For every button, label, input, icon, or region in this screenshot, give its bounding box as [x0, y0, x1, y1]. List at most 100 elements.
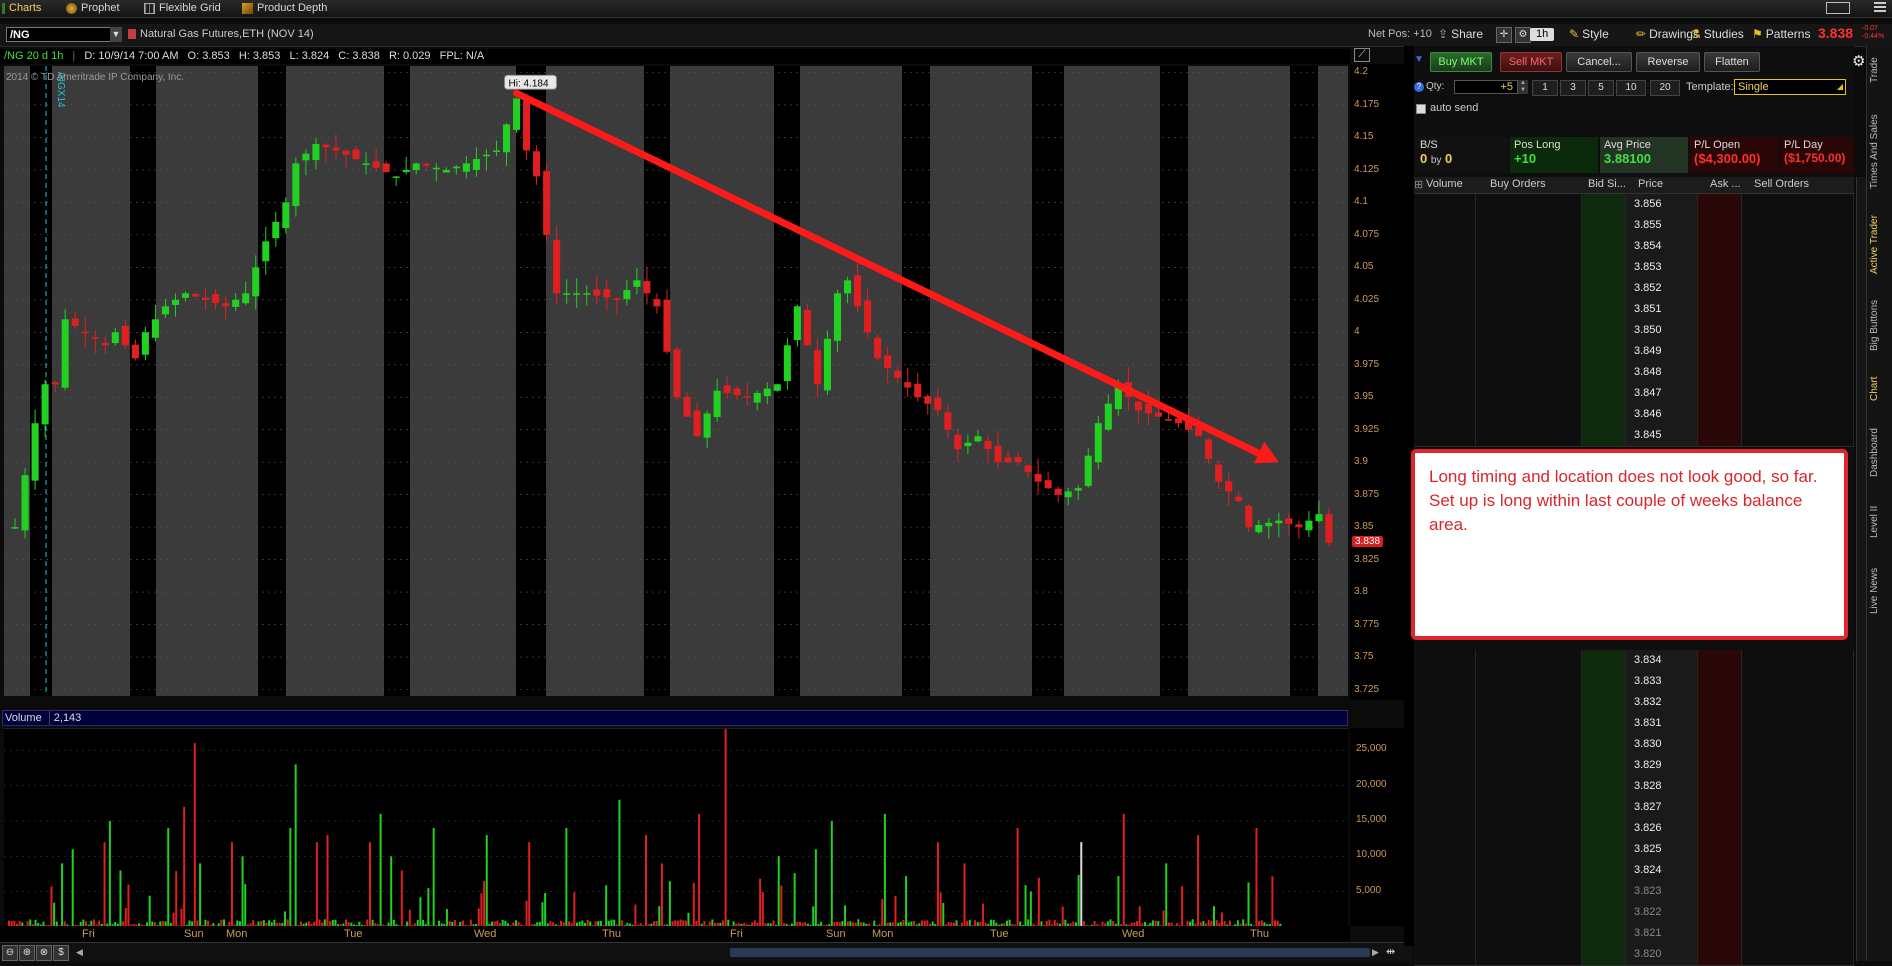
ladder-cell[interactable] [1476, 425, 1582, 446]
ladder-cell[interactable] [1698, 278, 1742, 299]
ladder-cell[interactable] [1476, 278, 1582, 299]
ladder-price-cell[interactable]: 3.845 [1626, 425, 1698, 446]
qty-spinner[interactable]: ▲ ▼ [1518, 80, 1528, 94]
ladder-cell[interactable] [1476, 713, 1582, 734]
ladder-cell[interactable] [1414, 881, 1476, 902]
ladder-cell[interactable] [1698, 755, 1742, 776]
zoom-in-icon[interactable]: ⊕ [19, 945, 35, 961]
ladder-cell[interactable] [1414, 650, 1476, 671]
ladder-cell[interactable] [1698, 692, 1742, 713]
ladder-price-cell[interactable]: 3.833 [1626, 671, 1698, 692]
ladder-price-cell[interactable]: 3.825 [1626, 839, 1698, 860]
col-price[interactable]: Price [1638, 178, 1663, 190]
qty-preset-1[interactable]: 1 [1532, 80, 1558, 96]
ladder-cell[interactable] [1742, 671, 1854, 692]
ladder-price-cell[interactable]: 3.834 [1626, 650, 1698, 671]
ladder-price-cell[interactable]: 3.827 [1626, 797, 1698, 818]
sell-market-button[interactable]: Sell MKT [1500, 52, 1562, 72]
side-tab-big-buttons[interactable]: Big Buttons [1869, 290, 1889, 360]
ladder-price-cell[interactable]: 3.852 [1626, 278, 1698, 299]
ladder-cell[interactable] [1698, 299, 1742, 320]
ladder-cell[interactable] [1742, 755, 1854, 776]
ladder-row[interactable]: 3.822 [1414, 902, 1854, 924]
ladder-row[interactable]: 3.820 [1414, 944, 1854, 966]
wrench-icon[interactable]: ⚙ [1515, 26, 1531, 43]
symbol-input[interactable]: /NG [6, 27, 118, 42]
tab-flexible-grid[interactable]: Flexible Grid [144, 1, 221, 16]
col-ask-size[interactable]: Ask ... [1710, 178, 1741, 190]
ladder-row[interactable]: 3.856 [1414, 194, 1854, 216]
cancel-button[interactable]: Cancel... [1566, 52, 1632, 72]
ladder-cell[interactable] [1582, 425, 1626, 446]
ladder-price-cell[interactable]: 3.820 [1626, 944, 1698, 965]
ladder-row[interactable]: 3.823 [1414, 881, 1854, 903]
crosshair-icon[interactable]: ✛ [1496, 26, 1512, 43]
ladder-price-cell[interactable]: 3.824 [1626, 860, 1698, 881]
ladder-row[interactable]: 3.854 [1414, 236, 1854, 258]
ladder-cell[interactable] [1742, 944, 1854, 965]
ladder-row[interactable]: 3.828 [1414, 776, 1854, 798]
ladder-price-cell[interactable]: 3.829 [1626, 755, 1698, 776]
ladder-cell[interactable] [1698, 194, 1742, 215]
ladder-cell[interactable] [1698, 776, 1742, 797]
ladder-cell[interactable] [1414, 425, 1476, 446]
ladder-cell[interactable] [1582, 320, 1626, 341]
ladder-price-cell[interactable]: 3.849 [1626, 341, 1698, 362]
ladder-cell[interactable] [1582, 713, 1626, 734]
ladder-cell[interactable] [1476, 944, 1582, 965]
qty-input[interactable]: +5 [1454, 80, 1518, 94]
ladder-cell[interactable] [1742, 881, 1854, 902]
ladder-cell[interactable] [1414, 944, 1476, 965]
ladder-cell[interactable] [1476, 692, 1582, 713]
zoom-out-icon[interactable]: ⊖ [2, 945, 18, 961]
ladder-cell[interactable] [1582, 755, 1626, 776]
ladder-cell[interactable] [1698, 923, 1742, 944]
qty-preset-10[interactable]: 10 [1616, 80, 1646, 96]
ladder-cell[interactable] [1414, 320, 1476, 341]
ladder-cell[interactable] [1698, 425, 1742, 446]
ladder-cell[interactable] [1582, 944, 1626, 965]
ladder-cell[interactable] [1698, 860, 1742, 881]
side-tab-times-and-sales[interactable]: Times And Sales [1869, 102, 1889, 202]
ladder-cell[interactable] [1414, 734, 1476, 755]
ladder-cell[interactable] [1414, 278, 1476, 299]
ladder-row[interactable]: 3.851 [1414, 299, 1854, 321]
ladder-cell[interactable] [1582, 734, 1626, 755]
ladder-cell[interactable] [1414, 257, 1476, 278]
ladder-row[interactable]: 3.826 [1414, 818, 1854, 840]
ladder-row[interactable]: 3.831 [1414, 713, 1854, 735]
ladder-row[interactable]: 3.832 [1414, 692, 1854, 714]
ladder-cell[interactable] [1476, 860, 1582, 881]
ladder-price-cell[interactable]: 3.846 [1626, 404, 1698, 425]
tab-prophet[interactable]: Prophet [66, 1, 120, 16]
ladder-row[interactable]: 3.852 [1414, 278, 1854, 300]
ladder-cell[interactable] [1476, 362, 1582, 383]
ladder-price-cell[interactable]: 3.823 [1626, 881, 1698, 902]
ladder-cell[interactable] [1582, 404, 1626, 425]
ladder-row[interactable]: 3.821 [1414, 923, 1854, 945]
ladder-cell[interactable] [1698, 818, 1742, 839]
ladder-cell[interactable] [1698, 383, 1742, 404]
ladder-cell[interactable] [1698, 671, 1742, 692]
ladder-cell[interactable] [1742, 425, 1854, 446]
ladder-cell[interactable] [1476, 734, 1582, 755]
ladder-cell[interactable] [1414, 341, 1476, 362]
ladder-price-cell[interactable]: 3.856 [1626, 194, 1698, 215]
ladder-cell[interactable] [1742, 362, 1854, 383]
ladder-cell[interactable] [1582, 236, 1626, 257]
ladder-cell[interactable] [1414, 404, 1476, 425]
flatten-button[interactable]: Flatten [1704, 52, 1760, 72]
ladder-cell[interactable] [1742, 236, 1854, 257]
drawing-tools[interactable]: ✛ ⚙ [1496, 26, 1531, 43]
symbol-dropdown-icon[interactable]: ▼ [110, 27, 122, 42]
price-chart-pane[interactable]: /NGX14 Hi: 4.184 [4, 66, 1348, 696]
ladder-cell[interactable] [1414, 902, 1476, 923]
ladder-cell[interactable] [1698, 839, 1742, 860]
ladder-cell[interactable] [1742, 320, 1854, 341]
ladder-cell[interactable] [1582, 299, 1626, 320]
qty-preset-20[interactable]: 20 [1650, 80, 1680, 96]
ladder-cell[interactable] [1582, 860, 1626, 881]
side-tab-dashboard[interactable]: Dashboard [1869, 418, 1889, 488]
side-tab-active-trader[interactable]: Active Trader [1869, 206, 1889, 284]
ladder-cell[interactable] [1582, 278, 1626, 299]
